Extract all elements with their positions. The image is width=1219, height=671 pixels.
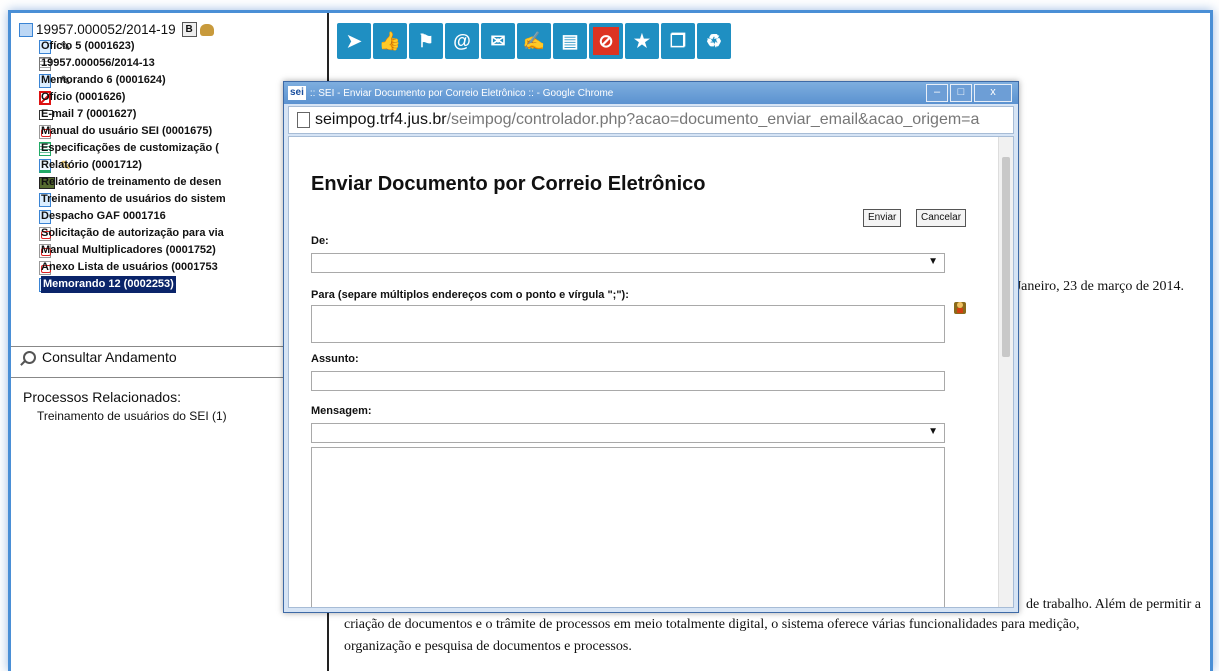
enviar-button[interactable]: Enviar xyxy=(863,209,902,227)
tree-item-label[interactable]: E-mail 7 (0001627) xyxy=(41,106,136,123)
tree-item[interactable]: Memorando 12 (0002253)✎ xyxy=(19,276,319,293)
popup-titlebar[interactable]: sei :: SEI - Enviar Documento por Correi… xyxy=(284,82,1018,104)
tree-item[interactable]: Solicitação de autorização para via xyxy=(19,225,319,242)
tree-item[interactable]: Ofício (0001626) xyxy=(19,89,319,106)
send-email-icon[interactable]: @ xyxy=(445,23,479,59)
block-badge-icon[interactable]: B xyxy=(181,22,197,37)
minimize-button[interactable]: – xyxy=(926,84,948,102)
tree-item-label[interactable]: Manual Multiplicadores (0001752) xyxy=(41,242,216,259)
mensagem-label: Mensagem: xyxy=(311,405,372,417)
divider xyxy=(11,377,327,378)
address-host: seimpog.trf4.jus.br xyxy=(315,111,447,128)
page-title: Enviar Documento por Correio Eletrônico xyxy=(311,173,706,195)
magnifier-icon xyxy=(23,350,36,364)
address-book-icon[interactable] xyxy=(953,299,967,315)
process-number[interactable]: 19957.000052/2014-19 xyxy=(36,21,176,38)
approve-icon[interactable]: 👍 xyxy=(373,23,407,59)
dropdown-arrow-icon: ▼ xyxy=(928,256,938,267)
close-button[interactable]: x xyxy=(974,84,1012,102)
cancelar-button[interactable]: Cancelar xyxy=(916,209,967,227)
maximize-button[interactable]: □ xyxy=(950,84,972,102)
consultar-andamento-label: Consultar Andamento xyxy=(42,349,177,365)
tree-item[interactable]: Relatório (0001712) ✎ xyxy=(19,157,319,174)
cancel-icon[interactable]: ⊘ xyxy=(589,23,623,59)
copy-icon[interactable]: ❐ xyxy=(661,23,695,59)
tree-item[interactable]: Relatório de treinamento de desen xyxy=(19,174,319,191)
document-body-line: criação de documentos e o trâmite de pro… xyxy=(344,617,1080,632)
tree-item[interactable]: Despacho GAF 0001716 xyxy=(19,208,319,225)
document-toolbar: ➤ 👍 ⚑ @ ✉ ✍ ▤ ⊘ ★ ❐ ♻ xyxy=(337,23,731,59)
para-textarea[interactable] xyxy=(311,305,945,343)
vertical-scrollbar[interactable] xyxy=(998,137,1013,607)
mensagem-textarea[interactable] xyxy=(311,447,945,607)
delete-icon[interactable]: ♻ xyxy=(697,23,731,59)
tree-item-label[interactable]: Relatório (0001712) xyxy=(41,157,142,174)
tree-item-label[interactable]: Solicitação de autorização para via xyxy=(41,225,224,242)
address-bar[interactable]: seimpog.trf4.jus.br/seimpog/controlador.… xyxy=(288,106,1014,134)
dropdown-arrow-icon: ▼ xyxy=(928,426,938,437)
assign-icon[interactable]: ⚑ xyxy=(409,23,443,59)
consultar-andamento-link[interactable]: Consultar Andamento xyxy=(23,349,177,365)
tree-item[interactable]: Treinamento de usuários do sistem xyxy=(19,191,319,208)
tree-item-label[interactable]: Memorando 6 (0001624) xyxy=(41,72,166,89)
tree-item-label[interactable]: Despacho GAF 0001716 xyxy=(41,208,166,225)
de-label: De: xyxy=(311,235,329,247)
divider xyxy=(11,346,327,347)
tree-item[interactable]: Manual Multiplicadores (0001752) xyxy=(19,242,319,259)
tree-item[interactable]: E-mail 7 (0001627) xyxy=(19,106,319,123)
tree-item[interactable]: Anexo Lista de usuários (0001753 xyxy=(19,259,319,276)
process-node[interactable]: 19957.000052/2014-19 B xyxy=(19,21,319,38)
assunto-label: Assunto: xyxy=(311,353,359,365)
assunto-input[interactable] xyxy=(311,371,945,391)
tree-item-label[interactable]: Anexo Lista de usuários (0001753 xyxy=(41,259,218,276)
popup-title: :: SEI - Enviar Documento por Correio El… xyxy=(309,87,614,99)
process-folder-icon xyxy=(19,22,33,37)
tree-item-label[interactable]: Relatório de treinamento de desen xyxy=(41,174,221,191)
scrollbar-thumb[interactable] xyxy=(1002,157,1010,357)
mensagem-select[interactable]: ▼ xyxy=(311,423,945,443)
send-document-icon[interactable]: ✉ xyxy=(481,23,515,59)
tree-item[interactable]: Manual do usuário SEI (0001675) xyxy=(19,123,319,140)
document-body-line: de trabalho. Além de permitir a xyxy=(1026,597,1201,612)
sign-icon[interactable]: ✍ xyxy=(517,23,551,59)
print-icon[interactable]: ▤ xyxy=(553,23,587,59)
document-body-line: organização e pesquisa de documentos e p… xyxy=(344,639,632,654)
tree-item-label[interactable]: Treinamento de usuários do sistem xyxy=(41,191,226,208)
send-process-icon[interactable]: ➤ xyxy=(337,23,371,59)
tree-item[interactable]: Especificações de customização ( xyxy=(19,140,319,157)
attention-hand-icon[interactable] xyxy=(199,23,214,36)
related-process-link[interactable]: Treinamento de usuários do SEI (1) xyxy=(37,409,227,423)
para-label: Para (separe múltiplos endereços com o p… xyxy=(311,289,629,301)
related-processes-title: Processos Relacionados: xyxy=(23,389,181,405)
process-tree: 19957.000052/2014-19 B Ofício 5 (0001623… xyxy=(19,21,319,293)
page-icon xyxy=(297,112,310,128)
favorite-icon[interactable]: ★ xyxy=(625,23,659,59)
tree-item-label[interactable]: Manual do usuário SEI (0001675) xyxy=(41,123,212,140)
email-popup-window: sei :: SEI - Enviar Documento por Correi… xyxy=(283,81,1019,613)
tree-item-label[interactable]: Ofício (0001626) xyxy=(41,89,125,106)
tree-item-label[interactable]: Ofício 5 (0001623) xyxy=(41,38,135,55)
popup-content: Enviar Documento por Correio Eletrônico … xyxy=(288,136,1014,608)
tree-item[interactable]: 19957.000056/2014-13 xyxy=(19,55,319,72)
document-date-line: e Janeiro, 23 de março de 2014. xyxy=(1006,279,1185,294)
tree-item-label[interactable]: Especificações de customização ( xyxy=(41,140,219,157)
de-select[interactable]: ▼ xyxy=(311,253,945,273)
tree-item-label[interactable]: 19957.000056/2014-13 xyxy=(41,55,155,72)
sei-window: 19957.000052/2014-19 B Ofício 5 (0001623… xyxy=(8,10,1213,671)
sei-logo: sei xyxy=(288,86,306,100)
tree-item-label[interactable]: Memorando 12 (0002253) xyxy=(41,276,176,293)
process-tree-panel: 19957.000052/2014-19 B Ofício 5 (0001623… xyxy=(11,13,329,671)
address-path: /seimpog/controlador.php?acao=documento_… xyxy=(446,111,980,128)
tree-item[interactable]: Memorando 6 (0001624) ✎ xyxy=(19,72,319,89)
tree-item[interactable]: Ofício 5 (0001623) ✎ xyxy=(19,38,319,55)
